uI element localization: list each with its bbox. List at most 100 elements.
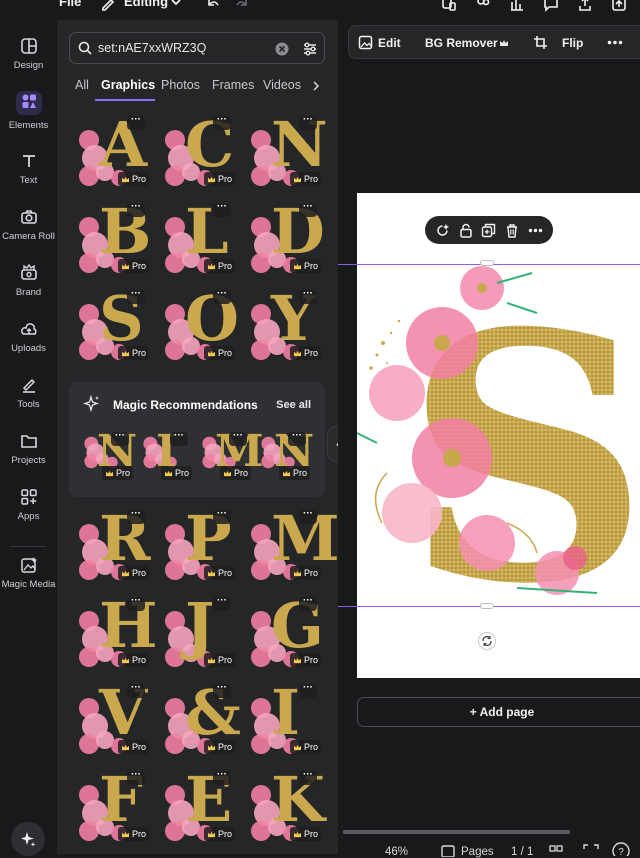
chevron-right-icon[interactable]	[311, 80, 321, 92]
more-options-icon[interactable]: ···	[229, 431, 247, 446]
more-options-icon[interactable]: ···	[170, 431, 188, 446]
fullscreen-icon[interactable]	[583, 844, 599, 856]
graphic-tile[interactable]: H ··· Pro	[77, 595, 158, 671]
editing-menu[interactable]: Editing	[124, 0, 168, 9]
comment-icon[interactable]	[543, 0, 559, 12]
more-options-icon[interactable]: ···	[299, 509, 317, 524]
more-options-icon[interactable]: ···	[299, 202, 317, 217]
sidebar-item-projects[interactable]: Projects	[0, 432, 57, 466]
more-options-icon[interactable]: ···	[213, 202, 231, 217]
more-options-icon[interactable]: ···	[127, 683, 145, 698]
lock-icon[interactable]	[459, 223, 473, 238]
sidebar-item-elements[interactable]: Elements	[0, 91, 57, 131]
graphic-tile[interactable]: L ··· Pro	[163, 201, 235, 277]
resize-handle-top[interactable]	[480, 260, 494, 266]
analytics-icon[interactable]	[509, 0, 525, 12]
graphic-tile[interactable]: N ··· Pro	[249, 114, 328, 190]
flip-button[interactable]: Flip	[562, 36, 583, 50]
graphic-tile[interactable]: I ··· Pro	[142, 430, 192, 484]
more-options-icon[interactable]: ···	[127, 289, 145, 304]
sidebar-item-design[interactable]: Design	[0, 37, 57, 71]
collaborate-icon[interactable]	[475, 0, 491, 12]
search-input[interactable]	[98, 33, 268, 63]
resize-icon[interactable]	[441, 0, 457, 12]
sidebar-item-tools[interactable]: Tools	[0, 376, 57, 410]
tab-all[interactable]: All	[75, 78, 89, 92]
sidebar-item-uploads[interactable]: Uploads	[0, 320, 57, 354]
graphic-tile[interactable]: I ··· Pro	[249, 682, 321, 758]
more-options-icon[interactable]: ···	[127, 202, 145, 217]
bg-remover-button[interactable]: BG Remover	[425, 36, 498, 50]
sidebar-item-camera-roll[interactable]: Camera Roll	[0, 208, 57, 242]
more-options-icon[interactable]	[528, 228, 543, 233]
more-options-icon[interactable]: ···	[213, 770, 231, 785]
magic-rotate-icon[interactable]	[435, 223, 450, 238]
more-options-icon[interactable]: ···	[127, 596, 145, 611]
graphic-tile[interactable]: S ··· Pro	[77, 288, 149, 364]
graphic-tile[interactable]: N ··· Pro	[260, 430, 314, 484]
trash-icon[interactable]	[505, 223, 519, 238]
sidebar-item-text[interactable]: Text	[0, 152, 57, 186]
add-page-button[interactable]: + Add page	[357, 697, 640, 727]
redo-icon[interactable]	[234, 0, 250, 12]
more-options-icon[interactable]	[607, 40, 623, 45]
sidebar-item-apps[interactable]: Apps	[0, 488, 57, 522]
more-options-icon[interactable]: ···	[299, 289, 317, 304]
pages-button[interactable]: Pages	[461, 846, 494, 858]
graphic-tile[interactable]: G ··· Pro	[249, 595, 324, 671]
sidebar-item-brand[interactable]: Brand	[0, 262, 57, 298]
magic-assistant-button[interactable]	[11, 822, 45, 856]
graphic-tile[interactable]: V ··· Pro	[77, 682, 149, 758]
crop-icon[interactable]	[533, 35, 548, 50]
sidebar-item-magic-media[interactable]: Magic Media	[0, 556, 57, 590]
rotate-handle[interactable]	[478, 632, 496, 650]
graphic-tile[interactable]: P ··· Pro	[163, 508, 235, 584]
more-options-icon[interactable]: ···	[299, 770, 317, 785]
more-options-icon[interactable]: ···	[213, 289, 231, 304]
graphic-tile[interactable]: Y ··· Pro	[249, 288, 321, 364]
filter-icon[interactable]	[302, 41, 318, 57]
graphic-tile[interactable]: M ··· Pro	[201, 430, 264, 484]
graphic-tile[interactable]: & ··· Pro	[163, 682, 241, 758]
more-options-icon[interactable]: ···	[213, 509, 231, 524]
grid-view-icon[interactable]	[549, 845, 563, 857]
graphic-tile[interactable]: A ··· Pro	[77, 114, 149, 190]
share-icon[interactable]	[577, 0, 593, 12]
graphic-tile[interactable]: E ··· Pro	[163, 769, 235, 845]
upload-share-icon[interactable]	[611, 0, 627, 12]
zoom-level[interactable]: 46%	[385, 846, 408, 858]
graphic-tile[interactable]: B ··· Pro	[77, 201, 151, 277]
graphic-tile[interactable]: C ··· Pro	[163, 114, 235, 190]
graphic-tile[interactable]: K ··· Pro	[249, 769, 325, 845]
duplicate-icon[interactable]	[481, 223, 496, 238]
more-options-icon[interactable]: ···	[111, 431, 129, 446]
more-options-icon[interactable]: ···	[213, 683, 231, 698]
more-options-icon[interactable]: ···	[127, 770, 145, 785]
graphic-tile[interactable]: N ··· Pro	[83, 430, 137, 484]
more-options-icon[interactable]: ···	[299, 683, 317, 698]
graphic-tile[interactable]: O ··· Pro	[163, 288, 239, 364]
graphic-tile[interactable]: F ··· Pro	[77, 769, 149, 845]
more-options-icon[interactable]: ···	[127, 509, 145, 524]
graphic-tile[interactable]: J ··· Pro	[163, 595, 235, 671]
tab-graphics[interactable]: Graphics	[101, 78, 155, 92]
tab-videos[interactable]: Videos	[263, 78, 301, 92]
undo-icon[interactable]	[205, 0, 221, 12]
graphic-tile[interactable]: D ··· Pro	[249, 201, 325, 277]
more-options-icon[interactable]: ···	[299, 115, 317, 130]
resize-handle-bottom[interactable]	[480, 603, 494, 609]
graphic-tile[interactable]: R ··· Pro	[77, 508, 151, 584]
clear-icon[interactable]	[275, 42, 289, 56]
chevron-down-icon[interactable]	[168, 0, 184, 10]
edit-button[interactable]: Edit	[378, 36, 401, 50]
more-options-icon[interactable]: ···	[288, 431, 306, 446]
more-options-icon[interactable]: ···	[213, 596, 231, 611]
graphic-tile[interactable]: M ··· Pro	[249, 508, 340, 584]
more-options-icon[interactable]: ···	[299, 596, 317, 611]
see-all-link[interactable]: See all	[276, 399, 311, 411]
more-options-icon[interactable]: ···	[213, 115, 231, 130]
tab-frames[interactable]: Frames	[212, 78, 254, 92]
tab-photos[interactable]: Photos	[161, 78, 200, 92]
file-menu[interactable]: File	[59, 0, 81, 9]
more-options-icon[interactable]: ···	[127, 115, 145, 130]
